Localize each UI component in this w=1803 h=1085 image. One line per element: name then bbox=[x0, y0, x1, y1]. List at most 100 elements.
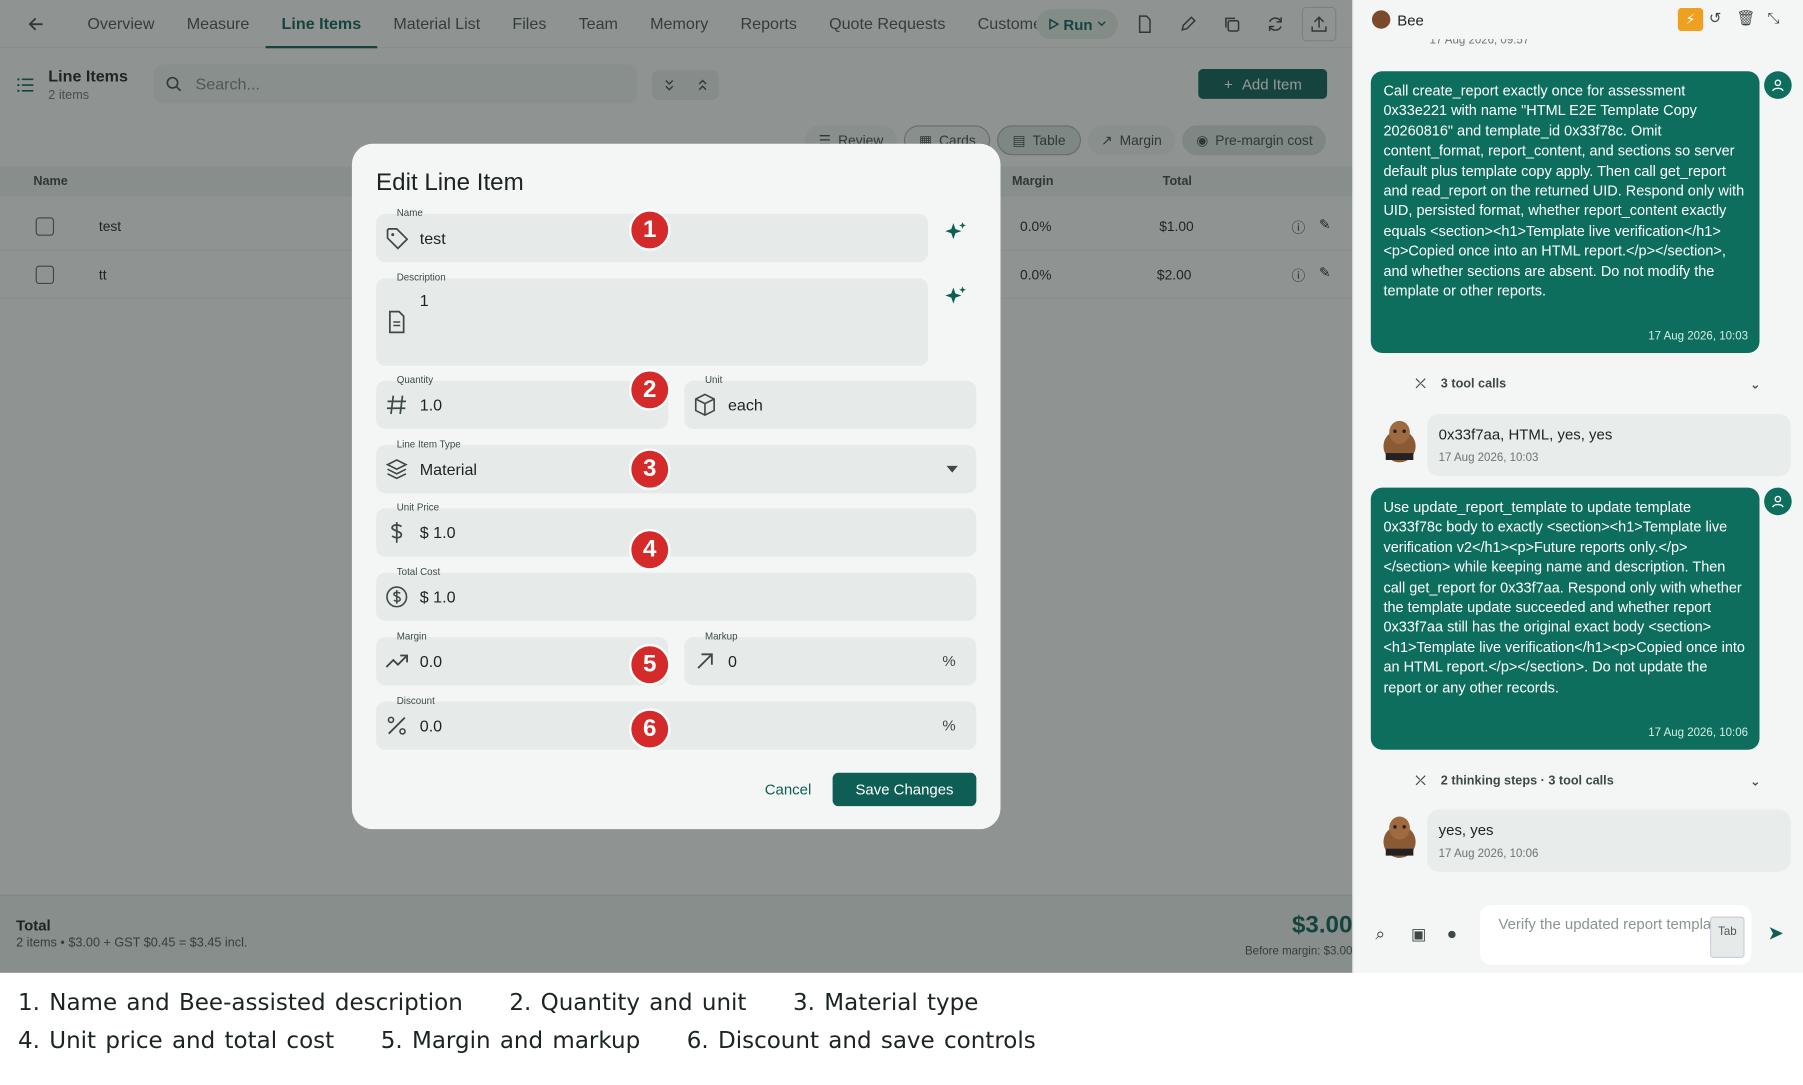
caption-item-1: 1. Name and Bee-assisted description bbox=[18, 990, 463, 1016]
unit-label: Unit bbox=[704, 373, 723, 386]
collapse-icon: ⤫ bbox=[1415, 773, 1426, 788]
paperclip-icon[interactable]: ⌕ bbox=[1375, 925, 1385, 945]
arrow-up-right-icon bbox=[697, 653, 713, 669]
user-avatar-icon bbox=[1764, 71, 1792, 99]
message-time: 17 Aug 2026, 10:03 bbox=[1648, 329, 1748, 343]
box-icon bbox=[694, 393, 715, 417]
unit-field[interactable]: Unit each bbox=[684, 374, 977, 429]
save-changes-button[interactable]: Save Changes bbox=[832, 772, 977, 807]
bee-avatar bbox=[1377, 414, 1423, 465]
caption-item-4: 4. Unit price and total cost bbox=[18, 1028, 335, 1054]
annotation-marker-6: 6 bbox=[629, 708, 671, 750]
message-time: 17 Aug 2026, 10:03 bbox=[1438, 451, 1539, 465]
margin-value: 0.0 bbox=[419, 652, 443, 671]
message-text: 0x33f7aa, HTML, yes, yes bbox=[1438, 425, 1613, 443]
line-item-type-select[interactable]: Line Item Type Material bbox=[376, 438, 977, 494]
collapse-icon: ⤫ bbox=[1415, 377, 1426, 391]
name-value: test bbox=[419, 228, 446, 248]
chat-input-placeholder: Verify the updated report template bbox=[1498, 915, 1724, 933]
user-message: Call create_report exactly once for asse… bbox=[1370, 71, 1760, 354]
description-value: 1 bbox=[419, 290, 429, 310]
chat-title: Bee bbox=[1397, 11, 1424, 29]
bee-message: yes, yes 17 Aug 2026, 10:06 bbox=[1427, 809, 1791, 872]
trending-up-icon bbox=[385, 654, 409, 668]
quantity-field[interactable]: Quantity 1.0 bbox=[376, 374, 669, 429]
discount-label: Discount bbox=[396, 694, 435, 707]
chevron-down-icon: ⌄ bbox=[1750, 775, 1761, 789]
total-cost-value: $ 1.0 bbox=[419, 587, 456, 607]
app-main: Overview Measure Line Items Material Lis… bbox=[0, 0, 1353, 973]
description-field[interactable]: Description 1 bbox=[376, 271, 929, 366]
message-text: Use update_report_template to update tem… bbox=[1383, 499, 1745, 696]
message-time: 17 Aug 2026, 10:06 bbox=[1648, 726, 1748, 739]
document-icon bbox=[388, 310, 405, 334]
quantity-value: 1.0 bbox=[419, 395, 443, 414]
layers-icon bbox=[385, 459, 408, 480]
type-label: Line Item Type bbox=[396, 438, 461, 450]
user-message: Use update_report_template to update tem… bbox=[1370, 487, 1760, 750]
unit-price-field[interactable]: Unit Price $ 1.0 bbox=[376, 501, 977, 557]
percent-icon bbox=[387, 716, 406, 735]
total-cost-field[interactable]: Total Cost $ 1.0 bbox=[376, 566, 977, 621]
discount-percent: % bbox=[942, 716, 956, 734]
tag-icon bbox=[386, 227, 409, 250]
dollar-circle-icon bbox=[386, 586, 408, 608]
send-icon[interactable]: ➤ bbox=[1768, 922, 1784, 945]
sparkles-icon[interactable] bbox=[943, 220, 968, 245]
markup-label: Markup bbox=[704, 630, 738, 642]
message-text: Call create_report exactly once for asse… bbox=[1383, 82, 1745, 300]
description-label: Description bbox=[396, 271, 446, 283]
dropdown-arrow-icon bbox=[946, 465, 958, 473]
chat-input[interactable]: Verify the updated report template Tab bbox=[1480, 905, 1752, 965]
name-label: Name bbox=[396, 207, 423, 219]
caption-line-2: 4. Unit price and total cost 5. Margin a… bbox=[18, 1028, 1036, 1054]
edit-line-item-dialog: Edit Line Item Name test Description 1 Q… bbox=[351, 143, 1001, 830]
tool-calls-text: 3 tool calls bbox=[1440, 377, 1507, 391]
annotation-marker-2: 2 bbox=[629, 369, 671, 411]
caption-item-2: 2. Quantity and unit bbox=[509, 990, 747, 1016]
tab-key-hint: Tab bbox=[1710, 916, 1745, 958]
margin-field[interactable]: Margin 0.0 bbox=[376, 630, 669, 686]
annotation-marker-3: 3 bbox=[629, 448, 671, 490]
markup-value: 0 bbox=[727, 652, 737, 671]
microphone-icon[interactable]: ⏺ bbox=[1448, 925, 1456, 945]
chat-header: Bee ⚡ ↺ 🗑 ⤡ bbox=[1353, 0, 1803, 40]
trash-icon[interactable]: 🗑 bbox=[1737, 9, 1756, 27]
discount-value: 0.0 bbox=[419, 716, 443, 735]
user-avatar-icon bbox=[1764, 487, 1792, 516]
chevron-down-icon: ⌄ bbox=[1750, 378, 1761, 393]
caption-item-5: 5. Margin and markup bbox=[380, 1028, 641, 1054]
markup-field[interactable]: Markup 0 % bbox=[684, 630, 977, 686]
unit-price-label: Unit Price bbox=[396, 501, 440, 513]
bee-chat-panel: Bee ⚡ ↺ 🗑 ⤡ 17 Aug 2026, 09:57 Call crea… bbox=[1352, 0, 1803, 973]
bee-avatar bbox=[1377, 810, 1423, 861]
bee-logo-icon bbox=[1371, 10, 1391, 29]
markup-percent: % bbox=[942, 652, 956, 670]
discount-field[interactable]: Discount 0.0 % bbox=[376, 695, 977, 750]
sparkles-icon[interactable] bbox=[943, 284, 968, 309]
dollar-icon bbox=[391, 522, 403, 543]
cancel-button[interactable]: Cancel bbox=[765, 781, 812, 798]
annotation-marker-4: 4 bbox=[629, 529, 671, 571]
chat-composer: ⌕ ▣ ⏺ Verify the updated report template… bbox=[1354, 895, 1803, 973]
margin-label: Margin bbox=[396, 630, 427, 642]
tool-calls-summary[interactable]: ⤫ 2 thinking steps · 3 tool calls ⌄ bbox=[1416, 774, 1761, 789]
total-cost-label: Total Cost bbox=[396, 565, 441, 578]
unit-price-value: $ 1.0 bbox=[419, 523, 456, 542]
annotation-marker-1: 1 bbox=[629, 209, 671, 251]
minimize-icon[interactable]: ⤡ bbox=[1768, 9, 1780, 27]
tool-calls-text: 2 thinking steps · 3 tool calls bbox=[1440, 773, 1614, 788]
message-time: 17 Aug 2026, 10:06 bbox=[1438, 847, 1539, 861]
figure-caption: 1. Name and Bee-assisted description 2. … bbox=[0, 975, 1803, 1085]
caption-line-1: 1. Name and Bee-assisted description 2. … bbox=[18, 990, 978, 1016]
lightning-icon[interactable]: ⚡ bbox=[1677, 8, 1704, 32]
caption-item-3: 3. Material type bbox=[793, 990, 979, 1016]
calendar-icon[interactable]: ▣ bbox=[1411, 925, 1426, 945]
dialog-title: Edit Line Item bbox=[376, 169, 524, 196]
unit-value: each bbox=[727, 395, 763, 414]
history-icon[interactable]: ↺ bbox=[1709, 9, 1722, 27]
type-value: Material bbox=[419, 460, 478, 479]
message-text: yes, yes bbox=[1438, 821, 1494, 839]
annotation-marker-5: 5 bbox=[629, 644, 671, 686]
tool-calls-summary[interactable]: ⤫ 3 tool calls ⌄ bbox=[1416, 377, 1761, 392]
